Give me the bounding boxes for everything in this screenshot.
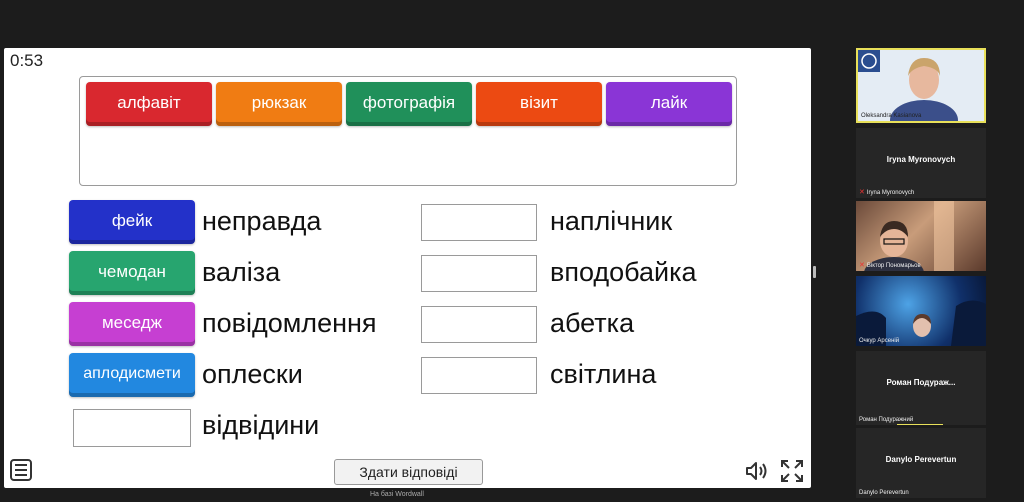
answer-drop-box[interactable] xyxy=(421,357,537,394)
participant-tile[interactable]: Iryna Myronovych ✕ Iryna Myronovych xyxy=(856,128,986,198)
definition-word: вподобайка xyxy=(550,257,697,287)
resize-handle[interactable] xyxy=(813,266,816,278)
participant-name: Oleksandra Kasianova xyxy=(861,113,922,119)
participant-video-icon xyxy=(856,300,986,346)
speaking-indicator xyxy=(897,424,943,425)
participant-tile[interactable]: Роман Подураж... Роман Подуражний xyxy=(856,351,986,425)
submit-answers-button[interactable]: Здати відповіді xyxy=(334,459,483,485)
placed-tile[interactable]: чемодан xyxy=(69,251,195,295)
fullscreen-icon[interactable] xyxy=(780,459,804,483)
participant-name: Роман Подуражний xyxy=(859,417,914,423)
answer-drop-box[interactable] xyxy=(421,204,537,241)
placed-tile[interactable]: фейк xyxy=(69,200,195,244)
definition-word: абетка xyxy=(550,308,635,338)
tile-tray: алфавіт рюкзак фотографія візит лайк xyxy=(79,76,737,186)
answer-drop-box[interactable] xyxy=(421,306,537,343)
footer-credit: На базі Wordwall xyxy=(370,491,424,498)
placed-tile[interactable]: меседж xyxy=(69,302,195,346)
participant-name: Iryna Myronovych xyxy=(866,190,915,196)
participant-name: Віктор Пономарьов xyxy=(866,263,921,269)
participant-big-name: Роман Подураж... xyxy=(886,378,956,387)
tray-tile[interactable]: рюкзак xyxy=(216,82,342,126)
participant-tile[interactable]: Oleksandra Kasianova xyxy=(856,48,986,123)
menu-icon[interactable] xyxy=(10,459,32,481)
timer: 0:53 xyxy=(10,51,44,70)
mic-off-icon: ✕ xyxy=(859,189,865,196)
participant-tile[interactable]: Danylo Perevertun Danylo Perevertun xyxy=(856,428,986,498)
definition-word: світлина xyxy=(550,359,657,389)
participant-tile[interactable]: Очкур Арсеній xyxy=(856,276,986,346)
participant-name: Danylo Perevertun xyxy=(859,490,909,496)
definition-word: валіза xyxy=(202,257,281,287)
tray-tile[interactable]: візит xyxy=(476,82,602,126)
tray-tile[interactable]: лайк xyxy=(606,82,732,126)
definition-word: наплічник xyxy=(550,206,673,236)
game-stage: 0:53 алфавіт рюкзак фотографія візит лай… xyxy=(4,48,811,488)
answer-drop-box[interactable] xyxy=(421,255,537,292)
definition-word: оплески xyxy=(202,359,303,389)
definition-word: неправда xyxy=(202,206,322,236)
participant-big-name: Iryna Myronovych xyxy=(886,155,956,164)
definition-word: відвідини xyxy=(202,410,320,440)
speaker-icon[interactable] xyxy=(745,461,769,481)
answer-drop-box[interactable] xyxy=(73,409,191,447)
definition-word: повідомлення xyxy=(202,308,377,338)
participant-tile[interactable]: ✕ Віктор Пономарьов xyxy=(856,201,986,271)
participant-name: Очкур Арсеній xyxy=(859,338,900,344)
tray-tile[interactable]: фотографія xyxy=(346,82,472,126)
tray-tile[interactable]: алфавіт xyxy=(86,82,212,126)
participant-big-name: Danylo Perevertun xyxy=(885,455,957,464)
mic-off-icon: ✕ xyxy=(859,262,865,269)
placed-tile[interactable]: аплодисмети xyxy=(69,353,195,397)
